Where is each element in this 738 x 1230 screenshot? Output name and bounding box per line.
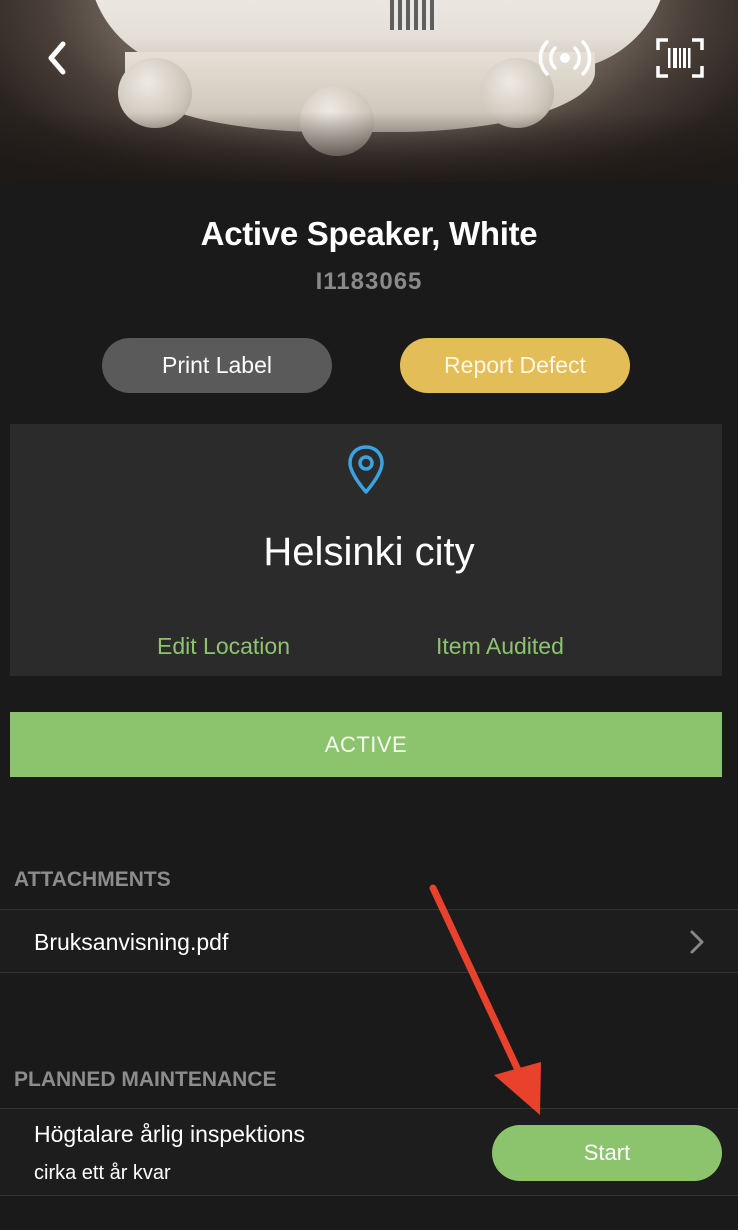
maintenance-title: Högtalare årlig inspektions xyxy=(34,1121,306,1147)
barcode-scan-button[interactable] xyxy=(652,30,708,86)
maintenance-subtitle: cirka ett år kvar xyxy=(34,1162,171,1184)
chevron-right-icon xyxy=(690,930,704,954)
start-maintenance-button[interactable]: Start xyxy=(492,1125,722,1181)
attachment-name: Bruksanvisning.pdf xyxy=(34,929,229,955)
item-id: I1183065 xyxy=(315,268,423,295)
item-title: Active Speaker, White xyxy=(200,215,538,252)
attachment-row[interactable]: Bruksanvisning.pdf xyxy=(0,910,738,972)
report-defect-button[interactable]: Report Defect xyxy=(400,338,630,393)
location-pin-icon xyxy=(346,444,386,501)
attachments-header: ATTACHMENTS xyxy=(14,868,171,891)
location-name: Helsinki city xyxy=(263,530,475,574)
item-hero-image xyxy=(0,0,738,182)
maintenance-header: PLANNED MAINTENANCE xyxy=(14,1068,277,1091)
chevron-left-icon xyxy=(48,41,66,75)
edit-location-link[interactable]: Edit Location xyxy=(157,633,290,660)
divider xyxy=(0,1195,738,1196)
barcode-scan-icon xyxy=(656,38,704,78)
qr-code-sticker xyxy=(390,0,438,30)
item-audited-link[interactable]: Item Audited xyxy=(436,633,564,660)
back-button[interactable] xyxy=(30,30,86,86)
divider xyxy=(0,972,738,973)
nfc-signal-icon xyxy=(538,40,592,76)
nfc-scan-button[interactable] xyxy=(535,30,595,86)
hero-shade xyxy=(0,112,738,182)
status-bar[interactable]: ACTIVE xyxy=(10,712,722,777)
status-label: ACTIVE xyxy=(324,731,408,757)
print-label-button[interactable]: Print Label xyxy=(102,338,332,393)
